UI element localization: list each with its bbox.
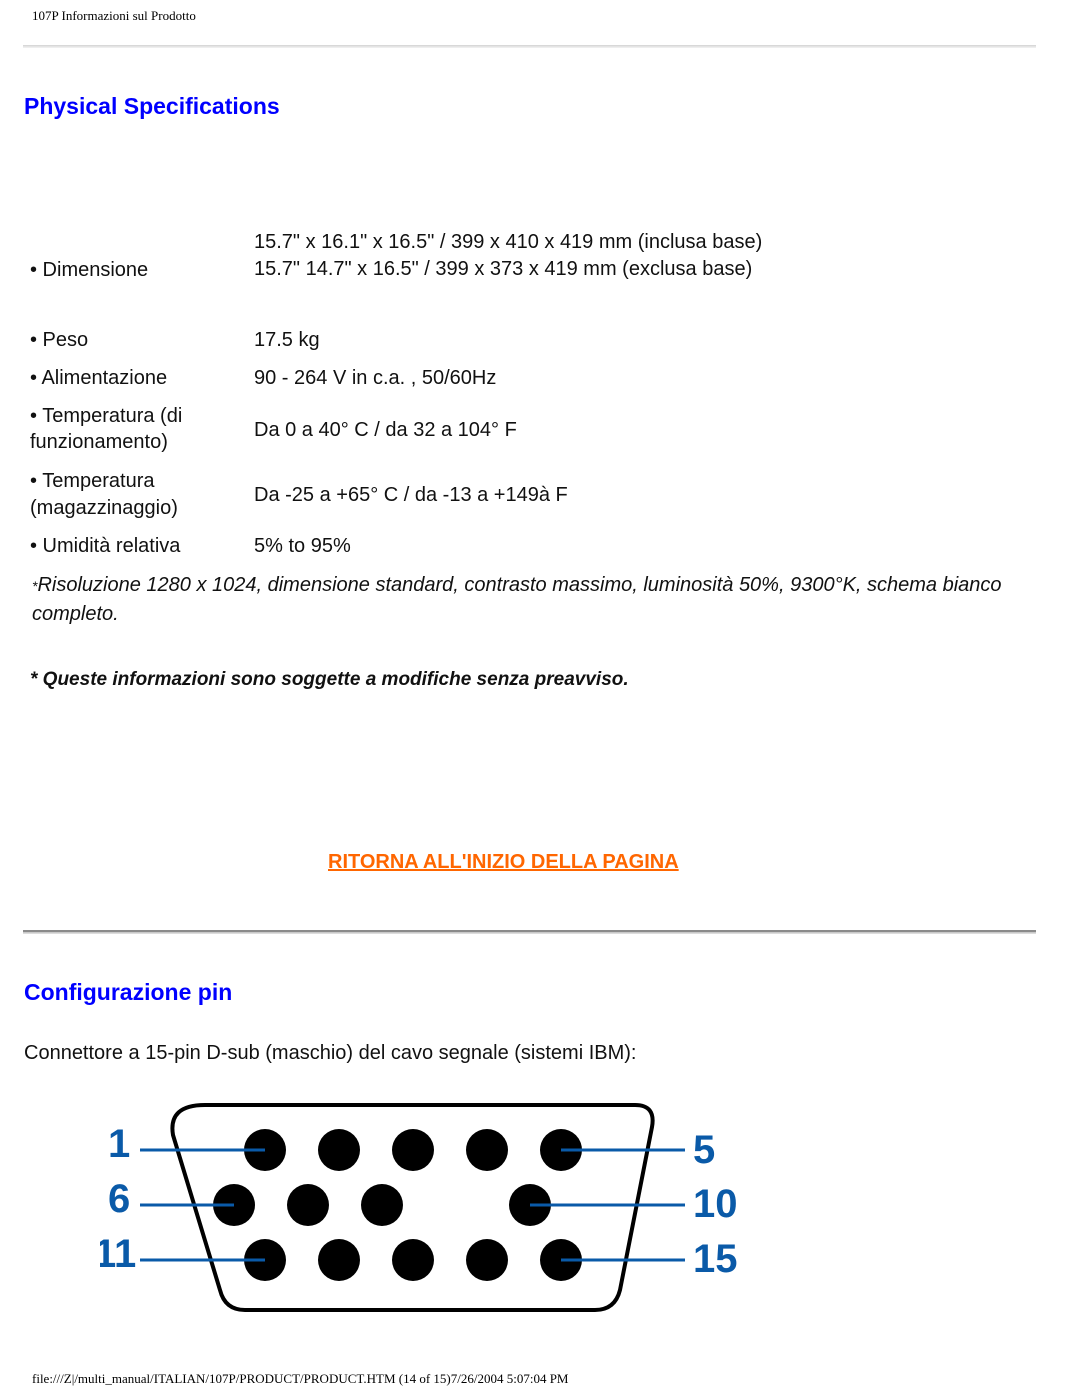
pin-14 xyxy=(466,1239,508,1281)
spec-value-alimentazione: 90 - 264 V in c.a. , 50/60Hz xyxy=(254,367,497,389)
spec-value-umidita: 5% to 95% xyxy=(254,535,351,557)
spec-label-temp-mag-1: • Temperatura xyxy=(30,470,155,492)
pin-label-11: 11 xyxy=(100,1232,136,1276)
page-footer-path: file:///Z|/multi_manual/ITALIAN/107P/PRO… xyxy=(32,1371,569,1386)
pin-8 xyxy=(361,1184,403,1226)
spec-label-temp-funz-2: funzionamento) xyxy=(30,431,168,453)
spec-label-dimensione: • Dimensione xyxy=(30,259,149,281)
change-notice: * Queste informazioni sono soggette a mo… xyxy=(30,669,629,690)
spec-label-peso: • Peso xyxy=(30,329,89,351)
section-divider xyxy=(23,930,1036,934)
spec-value-temp-mag: Da -25 a +65° C / da -13 a +149à F xyxy=(254,484,568,506)
header-divider xyxy=(23,45,1036,48)
spec-value-temp-funz: Da 0 a 40° C / da 32 a 104° F xyxy=(254,419,517,441)
back-to-top-link[interactable]: RITORNA ALL'INIZIO DELLA PAGINA xyxy=(328,851,679,874)
pin-12 xyxy=(318,1239,360,1281)
pin-label-10: 10 xyxy=(693,1182,738,1226)
spec-label-temp-mag-2: (magazzinaggio) xyxy=(30,497,178,519)
spec-label-alimentazione: • Alimentazione xyxy=(30,367,168,389)
spec-value-peso: 17.5 kg xyxy=(254,329,320,351)
pin-label-6: 6 xyxy=(108,1177,130,1221)
page-header-title: 107P Informazioni sul Prodotto xyxy=(32,8,196,23)
pin-7 xyxy=(287,1184,329,1226)
note-text: Risoluzione 1280 x 1024, dimensione stan… xyxy=(32,574,1002,625)
pin-label-1: 1 xyxy=(108,1122,130,1166)
spec-value-dimensione-excl: 15.7" 14.7" x 16.5" / 399 x 373 x 419 mm… xyxy=(254,258,753,280)
pin-3 xyxy=(392,1129,434,1171)
spec-value-dimensione-incl: 15.7" x 16.1" x 16.5" / 399 x 410 x 419 … xyxy=(254,231,763,253)
pin-configuration-heading: Configurazione pin xyxy=(24,979,233,1005)
pin-label-15: 15 xyxy=(693,1237,738,1281)
dsub-15-pin-diagram: 1 6 11 5 10 15 xyxy=(100,1103,738,1312)
test-conditions-note: *Risoluzione 1280 x 1024, dimensione sta… xyxy=(32,571,1022,628)
pin-label-5: 5 xyxy=(693,1128,715,1172)
pin-2 xyxy=(318,1129,360,1171)
spec-label-umidita: • Umidità relativa xyxy=(30,535,181,557)
pin-4 xyxy=(466,1129,508,1171)
pin-13 xyxy=(392,1239,434,1281)
physical-specifications-heading: Physical Specifications xyxy=(24,93,280,119)
spec-label-temp-funz-1: • Temperatura (di xyxy=(30,405,183,427)
connector-description: Connettore a 15-pin D-sub (maschio) del … xyxy=(24,1042,637,1064)
